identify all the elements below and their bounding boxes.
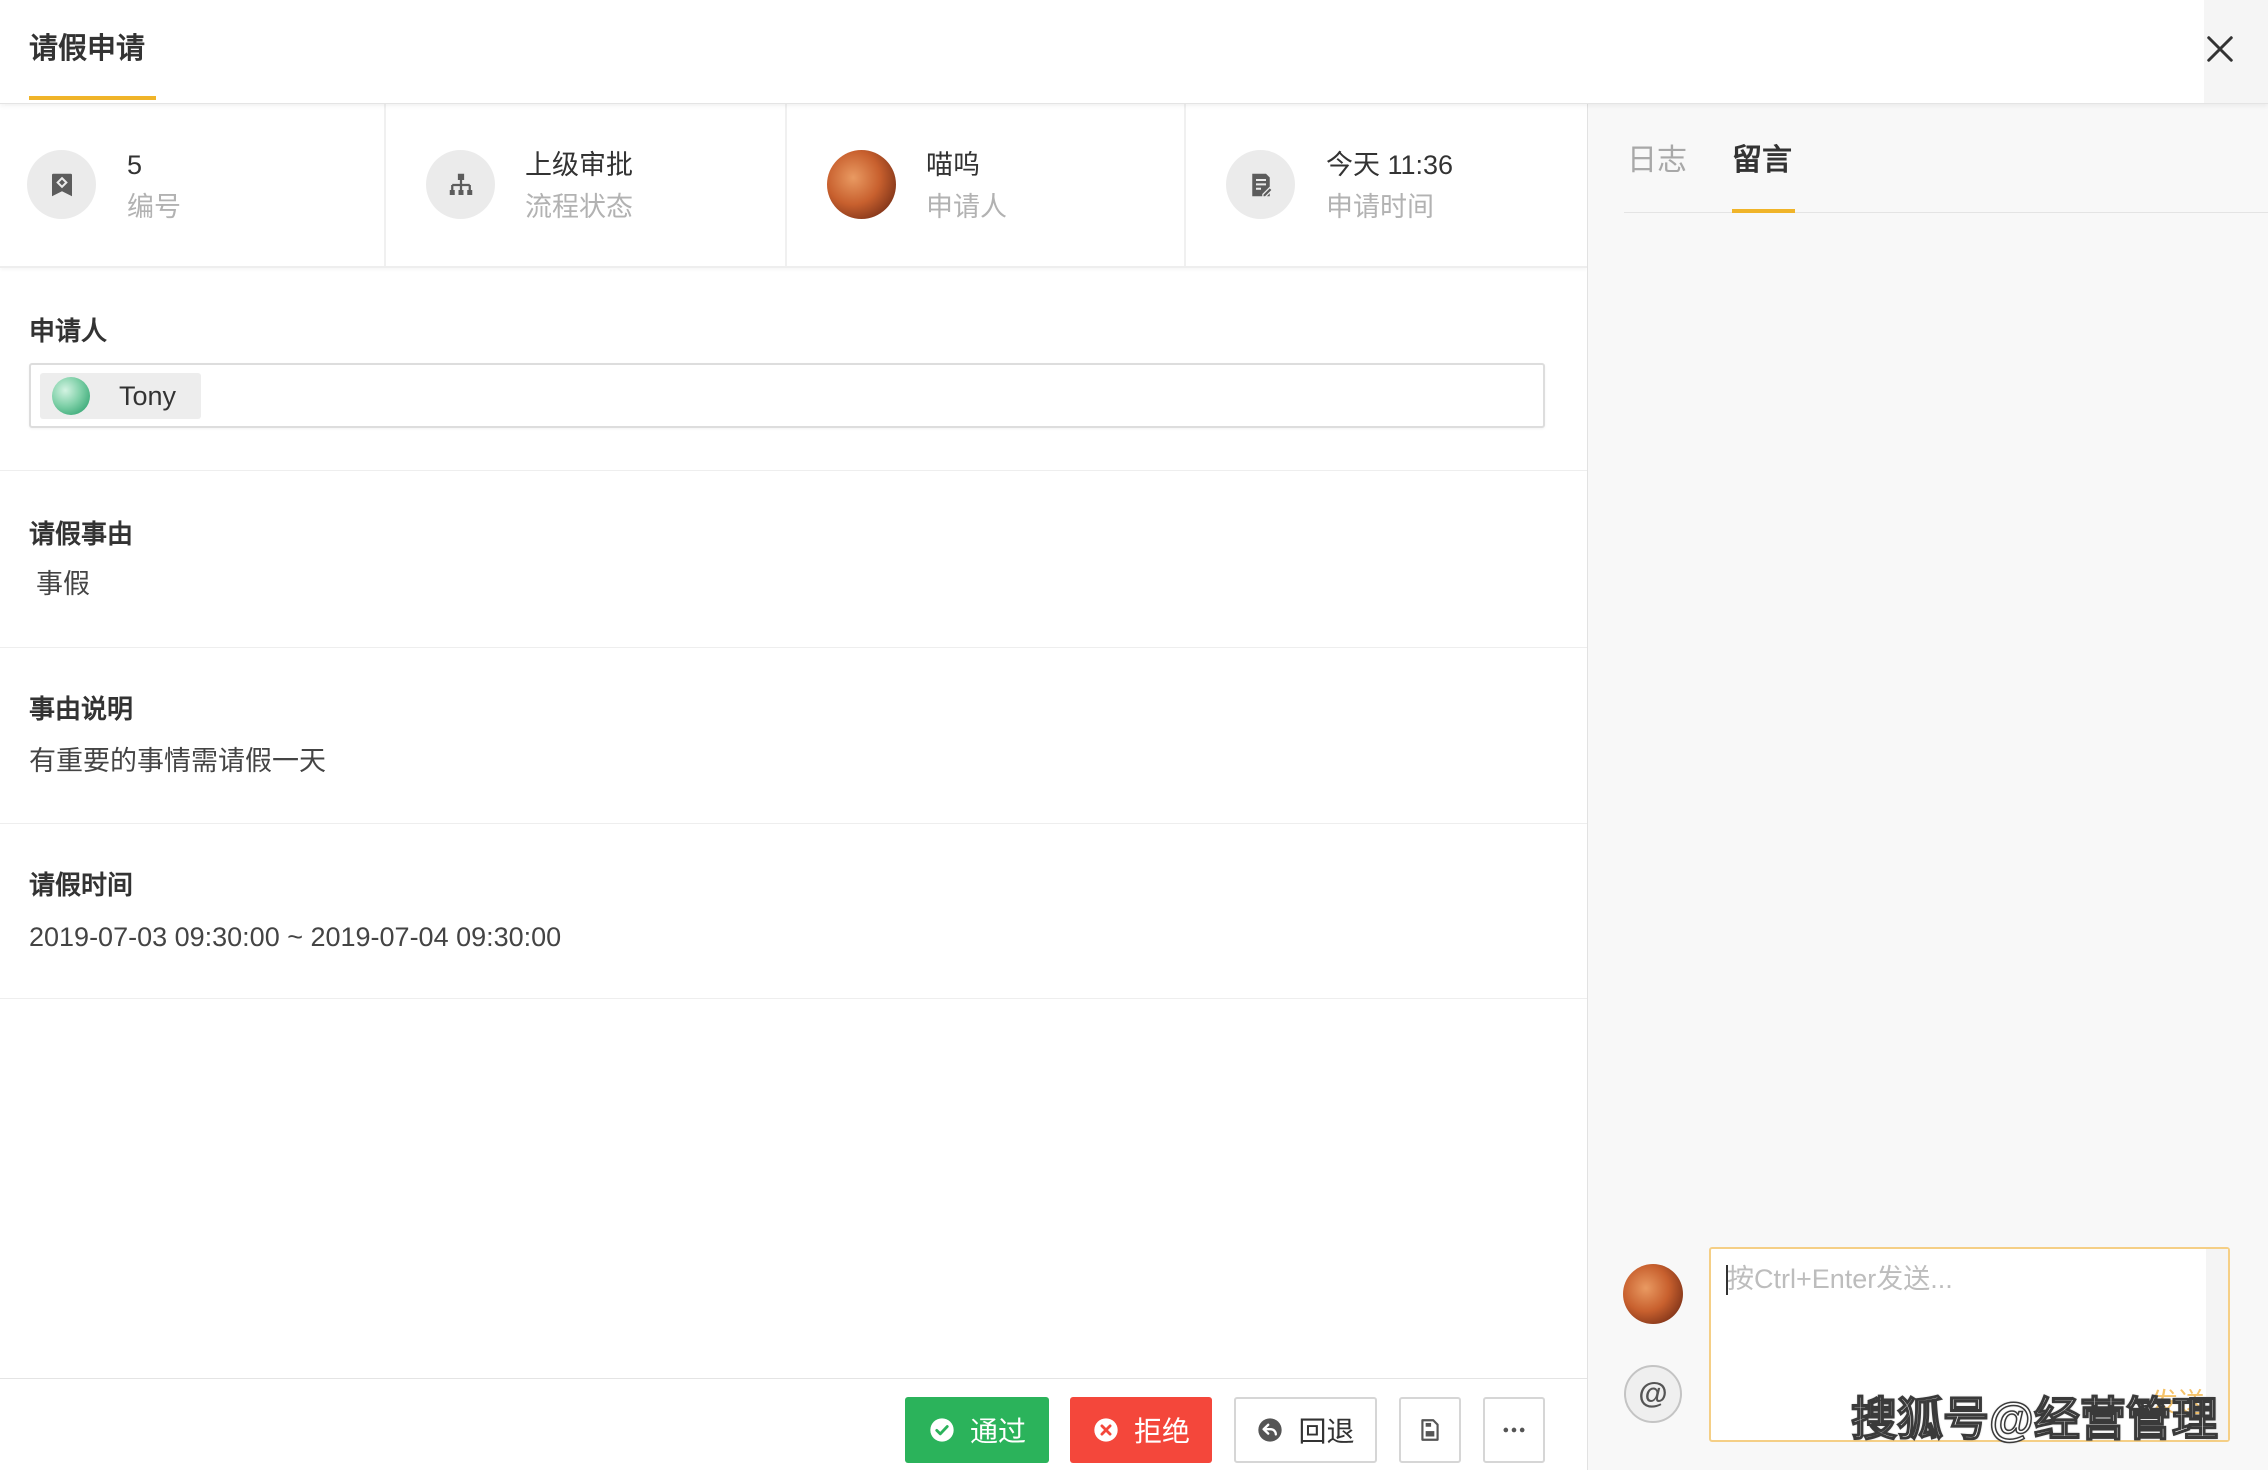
info-card-status: 上级审批 流程状态 <box>386 104 787 266</box>
avatar <box>827 150 896 219</box>
reply-icon <box>1258 1418 1283 1442</box>
tab-bar-divider <box>1624 212 2268 213</box>
title-tab-underline <box>29 96 156 100</box>
return-button[interactable]: 回退 <box>1234 1397 1377 1463</box>
tag-icon <box>27 150 96 219</box>
more-button[interactable] <box>1483 1397 1545 1463</box>
check-circle-icon <box>930 1418 954 1442</box>
drawer-header: 请假申请 <box>0 0 2268 104</box>
info-card-number: 5 编号 <box>0 104 386 266</box>
field-divider <box>0 647 1587 648</box>
mention-button[interactable]: @ <box>1624 1365 1682 1423</box>
watermark: 搜狐号@经营管理 <box>1850 1393 2218 1445</box>
page-title[interactable]: 请假申请 <box>29 30 145 68</box>
more-icon <box>1503 1427 1525 1433</box>
info-card-applicant: 喵呜 申请人 <box>787 104 1186 266</box>
avatar <box>52 377 90 415</box>
description-field-value: 有重要的事情需请假一天 <box>29 746 326 776</box>
close-button[interactable] <box>2202 31 2238 67</box>
period-field-label: 请假时间 <box>29 870 134 900</box>
info-card-value: 上级审批 <box>525 150 633 180</box>
info-card-value: 今天 11:36 <box>1326 150 1454 180</box>
user-chip-name: Tony <box>119 381 177 411</box>
return-button-label: 回退 <box>1298 1416 1355 1447</box>
save-icon <box>1421 1419 1439 1441</box>
info-card-label: 编号 <box>127 192 181 222</box>
info-card-value: 喵呜 <box>926 150 980 180</box>
x-circle-icon <box>1094 1418 1118 1442</box>
info-summary-row: 5 编号 上级审批 流程状态 喵呜 申请人 今天 11:36 申请时间 <box>0 104 1587 268</box>
close-icon <box>2207 36 2233 62</box>
info-card-label: 流程状态 <box>525 192 633 222</box>
active-tab-indicator <box>1732 209 1795 213</box>
period-field-value: 2019-07-03 09:30:00 ~ 2019-07-04 09:30:0… <box>29 922 562 952</box>
applicant-field-label: 申请人 <box>29 316 108 346</box>
document-edit-icon <box>1226 150 1295 219</box>
description-field-label: 事由说明 <box>29 694 134 724</box>
approve-button-label: 通过 <box>969 1416 1026 1447</box>
reject-button-label: 拒绝 <box>1133 1416 1190 1447</box>
side-panel: 日志 留言 @ 发送 <box>1587 104 2268 1470</box>
action-bar: 通过 拒绝 回退 <box>0 1378 1587 1470</box>
user-chip[interactable]: Tony <box>40 373 201 419</box>
field-divider <box>0 998 1587 999</box>
info-card-time: 今天 11:36 申请时间 <box>1186 104 1587 266</box>
org-chart-icon <box>426 150 495 219</box>
tab-comments[interactable]: 留言 <box>1732 141 1792 181</box>
info-card-label: 申请时间 <box>1326 192 1434 222</box>
approve-button[interactable]: 通过 <box>905 1397 1049 1463</box>
applicant-user-field[interactable]: Tony <box>29 363 1545 428</box>
info-card-value: 5 <box>127 150 143 180</box>
form-detail-panel: 5 编号 上级审批 流程状态 喵呜 申请人 今天 11:36 申请时间 申请人 <box>0 104 1587 1470</box>
text-caret <box>1726 1265 1728 1295</box>
tab-log[interactable]: 日志 <box>1627 141 1687 181</box>
save-button[interactable] <box>1399 1397 1461 1463</box>
reason-field-value: 事假 <box>36 569 90 599</box>
info-card-label: 申请人 <box>926 192 1007 222</box>
field-divider <box>0 470 1587 471</box>
field-divider <box>0 823 1587 824</box>
reject-button[interactable]: 拒绝 <box>1070 1397 1212 1463</box>
avatar <box>1623 1264 1683 1324</box>
reason-field-label: 请假事由 <box>29 519 134 549</box>
